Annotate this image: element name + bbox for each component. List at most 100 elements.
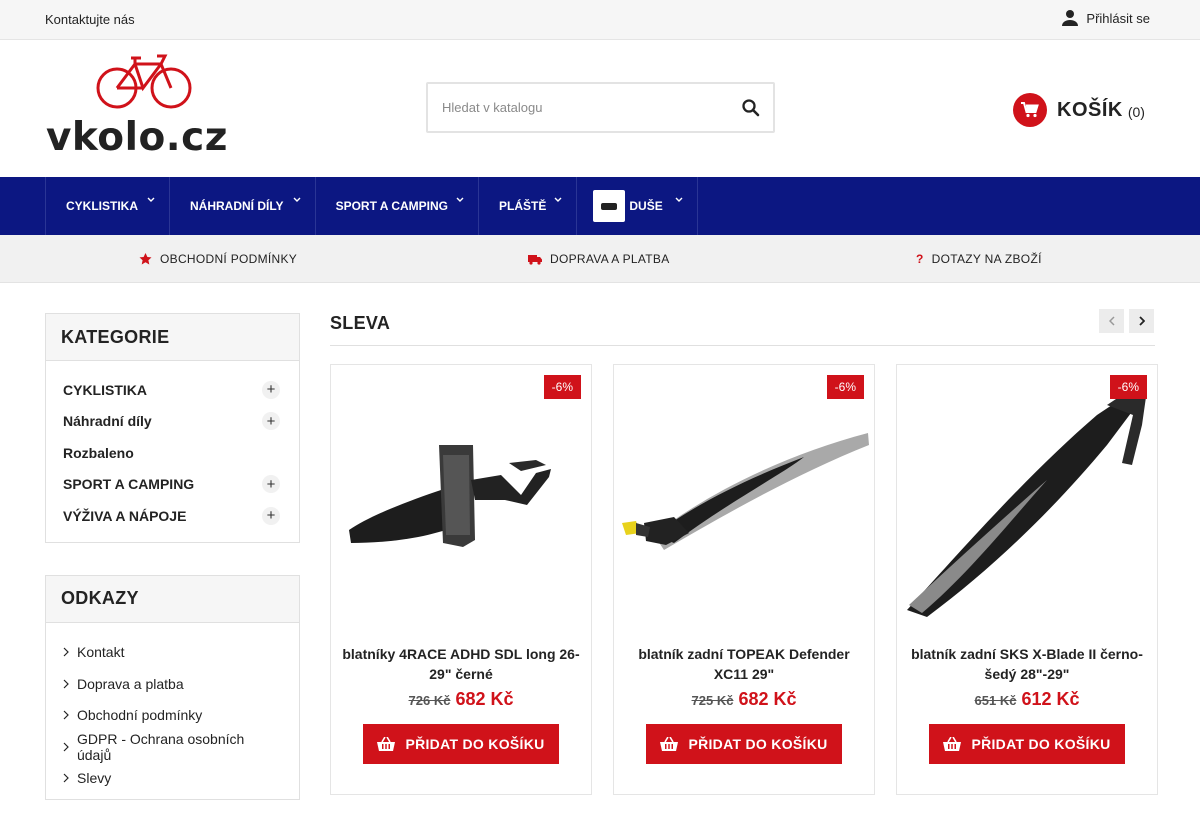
search-input[interactable] [428, 84, 718, 131]
basket-icon [660, 737, 679, 751]
main-nav: CYKLISTIKA NÁHRADNÍ DÍLY SPORT A CAMPING… [0, 177, 1200, 235]
plus-icon[interactable]: + [262, 506, 280, 525]
info-bar: OBCHODNÍ PODMÍNKY DOPRAVA A PLATBA ? DOT… [0, 235, 1200, 283]
product-name[interactable]: blatník zadní SKS X-Blade II černo-šedý … [905, 644, 1149, 684]
product-name[interactable]: blatník zadní TOPEAK Defender XC11 29" [622, 644, 866, 684]
chevron-right-icon [63, 773, 69, 783]
user-icon [1062, 10, 1079, 26]
product-card[interactable]: -6% blatníky 4RACE ADHD SDL long 26-29" … [330, 364, 592, 795]
current-price: 682 Kč [455, 689, 514, 709]
chevron-right-icon [63, 647, 69, 657]
question-icon: ? [916, 252, 924, 266]
link-item[interactable]: GDPR - Ochrana osobních údajů [63, 731, 282, 763]
nav-label: DUŠE [629, 199, 663, 213]
old-price: 651 Kč [974, 693, 1017, 708]
add-to-cart-button[interactable]: PŘIDAT DO KOŠÍKU [929, 724, 1125, 764]
questions-link[interactable]: ? DOTAZY NA ZBOŽÍ [916, 252, 1042, 266]
discount-badge: -6% [543, 375, 581, 399]
nav-label: CYKLISTIKA [66, 199, 138, 213]
section-title: SLEVA [330, 313, 391, 333]
logo-text: vkolo.cz [46, 115, 228, 160]
shipping-link[interactable]: DOPRAVA A PLATBA [528, 252, 670, 266]
category-label: VÝŽIVA A NÁPOJE [63, 507, 187, 524]
nav-item-duse[interactable]: DUŠE [576, 177, 698, 235]
product-card[interactable]: -6% blatník zadní SKS X-Blade II černo-š… [896, 364, 1158, 795]
login-link[interactable]: Přihlásit se [1061, 9, 1150, 27]
header: vkolo.cz KOŠÍK (0) [0, 40, 1200, 177]
product-price: 726 Kč 682 Kč [331, 689, 591, 710]
terms-label: OBCHODNÍ PODMÍNKY [160, 252, 298, 266]
link-item[interactable]: Kontakt [63, 637, 282, 669]
link-item[interactable]: Obchodní podmínky [63, 700, 282, 732]
chevron-down-icon [293, 197, 301, 202]
current-price: 612 Kč [1021, 689, 1080, 709]
plus-icon[interactable]: + [262, 380, 280, 399]
category-label: SPORT A CAMPING [63, 476, 195, 493]
basket-icon [377, 737, 396, 751]
nav-item-plaste[interactable]: PLÁŠTĚ [478, 177, 576, 235]
link-item[interactable]: Doprava a platba [63, 668, 282, 700]
category-item[interactable]: CYKLISTIKA + [63, 374, 282, 406]
category-label: Rozbaleno [63, 444, 134, 461]
product-name[interactable]: blatníky 4RACE ADHD SDL long 26-29" čern… [339, 644, 583, 684]
nav-item-nahradni-dily[interactable]: NÁHRADNÍ DÍLY [169, 177, 315, 235]
product-list: -6% blatníky 4RACE ADHD SDL long 26-29" … [330, 364, 1158, 795]
discount-badge: -6% [1109, 375, 1147, 399]
inner-tube-thumbnail [593, 190, 626, 222]
shipping-label: DOPRAVA A PLATBA [550, 252, 670, 266]
link-label: Obchodní podmínky [77, 707, 203, 724]
categories-title: KATEGORIE [46, 314, 299, 361]
carousel-next-button[interactable] [1129, 309, 1154, 333]
chevron-right-icon [63, 679, 69, 689]
add-to-cart-button[interactable]: PŘIDAT DO KOŠÍKU [646, 724, 842, 764]
link-label: Doprava a platba [77, 675, 184, 692]
product-card[interactable]: -6% blatník zadní TOPEAK Defender XC11 2… [613, 364, 875, 795]
questions-label: DOTAZY NA ZBOŽÍ [931, 252, 1042, 266]
nav-label: SPORT A CAMPING [335, 199, 449, 213]
chevron-down-icon [554, 197, 562, 202]
truck-icon [528, 254, 542, 265]
add-to-cart-button[interactable]: PŘIDAT DO KOŠÍKU [363, 724, 559, 764]
link-item[interactable]: Slevy [63, 763, 282, 795]
links-title: ODKAZY [46, 575, 299, 623]
cart-icon [1013, 93, 1047, 127]
product-price: 725 Kč 682 Kč [614, 689, 874, 710]
category-item[interactable]: Rozbaleno [63, 437, 282, 469]
link-label: Slevy [77, 770, 112, 787]
nav-item-sport-a-camping[interactable]: SPORT A CAMPING [314, 177, 478, 235]
category-label: Náhradní díly [63, 413, 152, 430]
product-image[interactable] [897, 365, 1157, 625]
contact-link[interactable]: Kontaktujte nás [45, 12, 135, 27]
basket-icon [943, 737, 962, 751]
search-box [426, 82, 775, 133]
chevron-right-icon [1138, 316, 1145, 326]
link-label: Kontakt [77, 644, 125, 661]
terms-link[interactable]: OBCHODNÍ PODMÍNKY [139, 252, 297, 266]
product-image[interactable] [331, 365, 591, 625]
sidebar: KATEGORIE CYKLISTIKA + Náhradní díly + Roz… [45, 313, 300, 832]
chevron-right-icon [63, 742, 69, 752]
bicycle-icon [96, 54, 192, 109]
logo[interactable]: vkolo.cz [45, 52, 245, 162]
cart-button[interactable]: KOŠÍK (0) [1013, 93, 1145, 127]
search-icon[interactable] [741, 98, 761, 118]
plus-icon[interactable]: + [262, 412, 280, 431]
carousel-prev-button[interactable] [1099, 309, 1124, 333]
chevron-down-icon [147, 197, 155, 202]
nav-item-cyklistika[interactable]: CYKLISTIKA [45, 177, 169, 235]
login-label: Přihlásit se [1086, 10, 1150, 26]
category-item[interactable]: VÝŽIVA A NÁPOJE + [63, 500, 282, 532]
category-label: CYKLISTIKA [63, 381, 147, 398]
nav-label: NÁHRADNÍ DÍLY [190, 199, 284, 213]
chevron-down-icon [675, 197, 683, 202]
category-item[interactable]: Náhradní díly + [63, 406, 282, 438]
links-box: ODKAZY Kontakt Doprava a platba Obchodní… [45, 574, 300, 800]
product-image[interactable] [614, 365, 874, 625]
product-price: 651 Kč 612 Kč [897, 689, 1157, 710]
top-bar: Kontaktujte nás Přihlásit se [0, 0, 1200, 40]
chevron-left-icon [1108, 316, 1115, 326]
star-icon [139, 253, 152, 265]
categories-box: KATEGORIE CYKLISTIKA + Náhradní díly + Roz… [45, 313, 300, 543]
plus-icon[interactable]: + [262, 475, 280, 494]
category-item[interactable]: SPORT A CAMPING + [63, 469, 282, 501]
